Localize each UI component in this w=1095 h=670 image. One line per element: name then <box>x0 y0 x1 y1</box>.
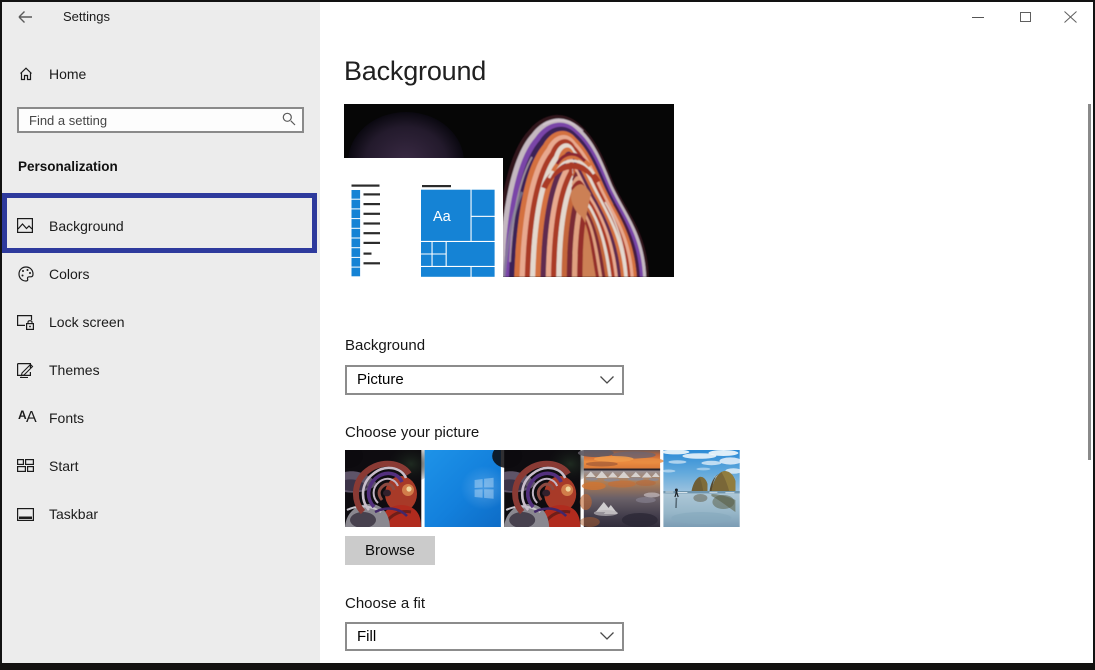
svg-text:Aa: Aa <box>433 209 452 225</box>
